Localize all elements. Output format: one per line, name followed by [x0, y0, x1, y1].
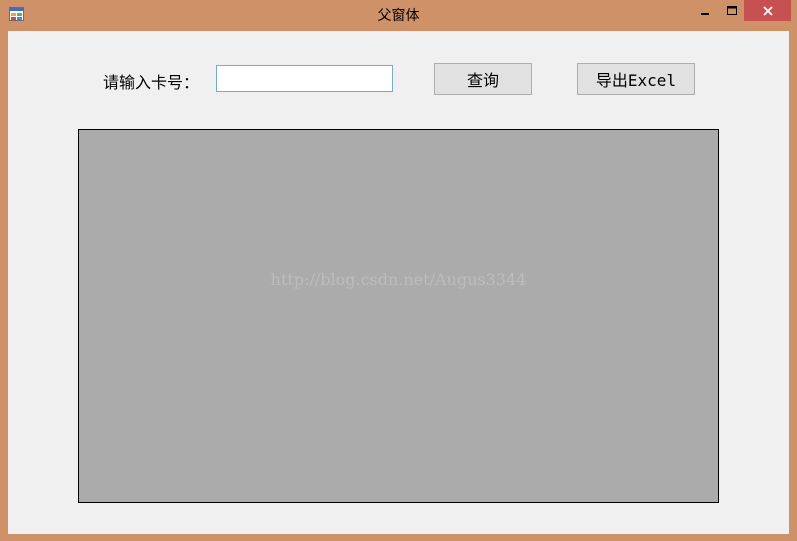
card-number-label: 请输入卡号： [103, 73, 200, 92]
window-frame: 父窗体 请输入卡号： 查询 导出Excel http://blog.csdn.n… [0, 0, 797, 541]
window-title: 父窗体 [377, 8, 420, 24]
child-container-panel[interactable]: http://blog.csdn.net/Augus3344 [78, 129, 719, 503]
minimize-icon [701, 12, 709, 15]
close-icon [762, 5, 773, 16]
app-icon[interactable] [9, 7, 24, 21]
watermark-text: http://blog.csdn.net/Augus3344 [270, 270, 527, 289]
title-bar[interactable]: 父窗体 [0, 0, 797, 30]
close-button[interactable] [744, 0, 791, 21]
form-client-area: 请输入卡号： 查询 导出Excel http://blog.csdn.net/A… [8, 31, 789, 534]
minimize-button[interactable] [690, 0, 720, 21]
export-excel-button[interactable]: 导出Excel [577, 63, 695, 95]
query-button[interactable]: 查询 [434, 63, 532, 95]
card-number-input[interactable] [216, 65, 393, 92]
maximize-button[interactable] [718, 0, 746, 21]
maximize-icon [727, 5, 737, 15]
